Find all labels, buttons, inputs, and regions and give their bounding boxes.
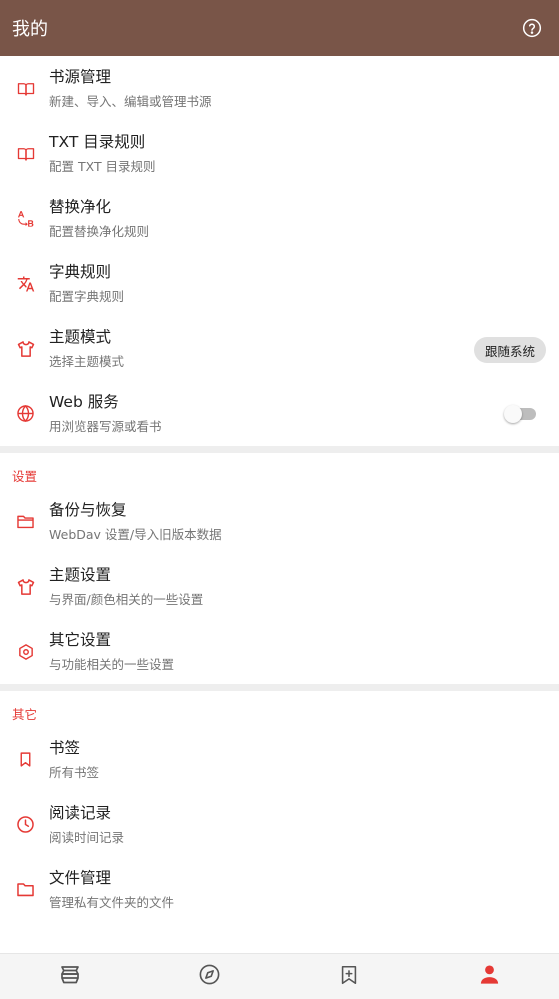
page-title: 我的 bbox=[12, 19, 48, 40]
book-open-icon bbox=[0, 145, 49, 163]
section-divider bbox=[0, 684, 559, 691]
menu-item-subtitle: WebDav 设置/导入旧版本数据 bbox=[49, 526, 222, 542]
settings-hex-icon bbox=[0, 643, 49, 661]
globe-icon bbox=[0, 404, 49, 423]
menu-item-other-settings[interactable]: 其它设置 与功能相关的一些设置 bbox=[0, 619, 559, 684]
menu-item-replace-rule[interactable]: 替换净化 配置替换净化规则 bbox=[0, 186, 559, 251]
menu-item-dict-rule[interactable]: 字典规则 配置字典规则 bbox=[0, 251, 559, 316]
toggle-thumb bbox=[504, 405, 522, 423]
menu-item-txt-toc-rule[interactable]: TXT 目录规则 配置 TXT 目录规则 bbox=[0, 121, 559, 186]
bookmark-icon bbox=[0, 751, 49, 768]
menu-item-subtitle: 所有书签 bbox=[49, 764, 100, 780]
menu-item-bookmarks[interactable]: 书签 所有书签 bbox=[0, 727, 559, 792]
menu-item-title: 主题设置 bbox=[49, 565, 112, 584]
person-icon bbox=[478, 963, 501, 990]
tshirt-icon bbox=[0, 577, 49, 597]
bookshelf-icon bbox=[58, 963, 82, 991]
menu-item-title: 阅读记录 bbox=[49, 803, 112, 822]
bottom-navigation bbox=[0, 953, 559, 999]
menu-item-title: Web 服务 bbox=[49, 392, 119, 411]
nav-discover[interactable] bbox=[140, 954, 280, 999]
nav-rss[interactable] bbox=[280, 954, 420, 999]
menu-item-title: 替换净化 bbox=[49, 197, 112, 216]
book-open-icon bbox=[0, 80, 49, 98]
app-bar: 我的 bbox=[0, 0, 559, 56]
menu-item-title: 备份与恢复 bbox=[49, 500, 127, 519]
menu-item-title: 书签 bbox=[49, 738, 81, 757]
menu-item-subtitle: 阅读时间记录 bbox=[49, 829, 125, 845]
compass-icon bbox=[198, 963, 221, 990]
clock-icon bbox=[0, 815, 49, 834]
menu-item-theme-mode[interactable]: 主题模式 选择主题模式 跟随系统 bbox=[0, 316, 559, 381]
nav-bookshelf[interactable] bbox=[0, 954, 140, 999]
web-service-toggle[interactable] bbox=[504, 405, 536, 423]
menu-item-title: 书源管理 bbox=[49, 68, 112, 86]
nav-my[interactable] bbox=[419, 954, 559, 999]
theme-mode-value-chip[interactable]: 跟随系统 bbox=[473, 337, 546, 363]
menu-item-subtitle: 配置替换净化规则 bbox=[49, 223, 150, 239]
menu-item-title: 其它设置 bbox=[49, 630, 112, 649]
menu-item-subtitle: 与功能相关的一些设置 bbox=[49, 656, 175, 672]
menu-item-subtitle: 管理私有文件夹的文件 bbox=[49, 894, 175, 910]
section-header-other: 其它 bbox=[12, 707, 38, 722]
tshirt-icon bbox=[0, 339, 49, 359]
menu-item-subtitle: 配置字典规则 bbox=[49, 288, 125, 304]
folder-icon bbox=[0, 880, 49, 899]
menu-item-title: TXT 目录规则 bbox=[49, 132, 146, 151]
folder-open-icon bbox=[0, 512, 49, 531]
menu-item-subtitle: 配置 TXT 目录规则 bbox=[49, 158, 156, 174]
menu-item-reading-history[interactable]: 阅读记录 阅读时间记录 bbox=[0, 792, 559, 857]
bookmark-plus-icon bbox=[338, 964, 360, 990]
settings-list: 书源管理 新建、导入、编辑或管理书源 TXT 目录规则 配置 TXT 目录规则 … bbox=[0, 56, 559, 953]
menu-item-theme-settings[interactable]: 主题设置 与界面/颜色相关的一些设置 bbox=[0, 554, 559, 619]
translate-icon bbox=[0, 275, 49, 293]
menu-item-book-source[interactable]: 书源管理 新建、导入、编辑或管理书源 bbox=[0, 57, 559, 121]
menu-item-title: 字典规则 bbox=[49, 262, 112, 281]
menu-item-subtitle: 用浏览器写源或看书 bbox=[49, 418, 162, 434]
menu-item-subtitle: 新建、导入、编辑或管理书源 bbox=[49, 94, 212, 109]
menu-item-title: 文件管理 bbox=[49, 868, 112, 887]
section-header-settings: 设置 bbox=[12, 469, 38, 484]
find-replace-icon bbox=[0, 209, 49, 229]
menu-item-backup-restore[interactable]: 备份与恢复 WebDav 设置/导入旧版本数据 bbox=[0, 489, 559, 554]
section-divider bbox=[0, 446, 559, 453]
menu-item-subtitle: 与界面/颜色相关的一些设置 bbox=[49, 591, 204, 607]
menu-item-file-manager[interactable]: 文件管理 管理私有文件夹的文件 bbox=[0, 857, 559, 922]
menu-item-web-service[interactable]: Web 服务 用浏览器写源或看书 bbox=[0, 381, 559, 446]
help-circle-icon[interactable] bbox=[521, 17, 543, 39]
